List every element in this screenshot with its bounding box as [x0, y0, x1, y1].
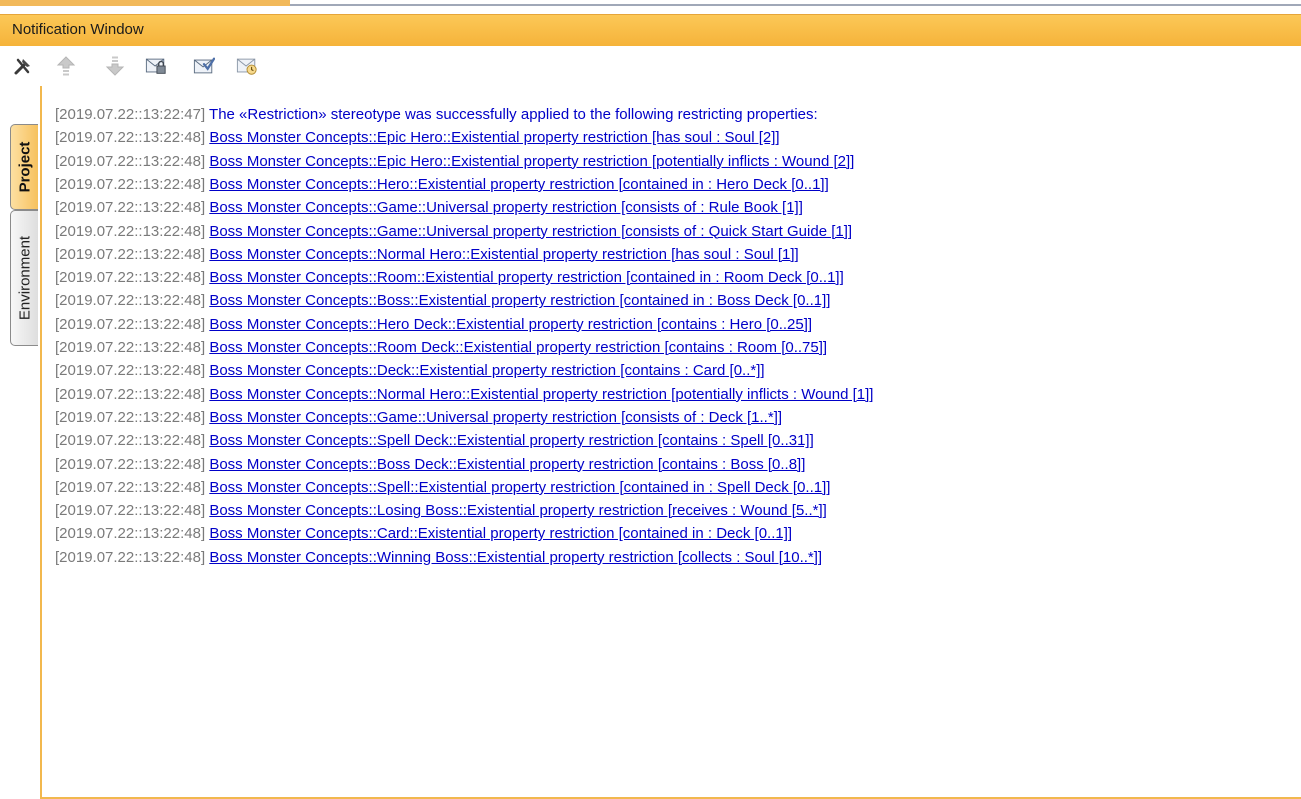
- message-link[interactable]: Boss Monster Concepts::Hero Deck::Existe…: [209, 316, 812, 333]
- message-link[interactable]: Boss Monster Concepts::Game::Universal p…: [209, 199, 803, 216]
- title-bar[interactable]: Notification Window: [0, 14, 1301, 46]
- message-row: [2019.07.22::13:22:48] Boss Monster Conc…: [55, 221, 852, 243]
- tab-project-label: Project: [16, 141, 33, 193]
- message-link[interactable]: Boss Monster Concepts::Epic Hero::Existe…: [209, 129, 779, 146]
- message-timestamp: [2019.07.22::13:22:48]: [55, 385, 206, 403]
- message-link[interactable]: Boss Monster Concepts::Epic Hero::Existe…: [209, 153, 854, 170]
- message-timestamp: [2019.07.22::13:22:48]: [55, 129, 206, 147]
- mail-clock-icon[interactable]: [236, 55, 258, 77]
- toolbar: [0, 46, 1301, 86]
- message-row: [2019.07.22::13:22:48] Boss Monster Conc…: [55, 523, 792, 545]
- window-title: Notification Window: [12, 21, 144, 38]
- message-link[interactable]: Boss Monster Concepts::Spell::Existentia…: [209, 479, 830, 496]
- message-row: [2019.07.22::13:22:48] Boss Monster Conc…: [55, 360, 765, 382]
- top-divider: [290, 4, 1301, 6]
- message-link[interactable]: Boss Monster Concepts::Deck::Existential…: [209, 362, 764, 379]
- message-row: [2019.07.22::13:22:48] Boss Monster Conc…: [55, 244, 799, 266]
- message-row: [2019.07.22::13:22:48] Boss Monster Conc…: [55, 500, 827, 522]
- message-row: [2019.07.22::13:22:48] Boss Monster Conc…: [55, 127, 780, 149]
- message-row: [2019.07.22::13:22:47] The «Restriction»…: [55, 104, 818, 126]
- message-link[interactable]: Boss Monster Concepts::Game::Universal p…: [209, 223, 852, 240]
- message-link[interactable]: Boss Monster Concepts::Winning Boss::Exi…: [209, 549, 822, 566]
- message-timestamp: [2019.07.22::13:22:48]: [55, 455, 206, 473]
- tab-environment-label: Environment: [16, 235, 33, 321]
- message-timestamp: [2019.07.22::13:22:48]: [55, 175, 206, 193]
- message-link[interactable]: Boss Monster Concepts::Losing Boss::Exis…: [209, 502, 827, 519]
- message-timestamp: [2019.07.22::13:22:48]: [55, 432, 206, 450]
- message-row: [2019.07.22::13:22:48] Boss Monster Conc…: [55, 454, 805, 476]
- message-row: [2019.07.22::13:22:48] Boss Monster Conc…: [55, 314, 812, 336]
- message-timestamp: [2019.07.22::13:22:48]: [55, 408, 206, 426]
- message-link[interactable]: Boss Monster Concepts::Hero::Existential…: [209, 176, 828, 193]
- message-timestamp: [2019.07.22::13:22:48]: [55, 269, 206, 287]
- message-link[interactable]: Boss Monster Concepts::Room Deck::Existe…: [209, 339, 827, 356]
- message-timestamp: [2019.07.22::13:22:48]: [55, 339, 206, 356]
- message-timestamp: [2019.07.22::13:22:48]: [55, 548, 206, 566]
- tab-project[interactable]: Project: [10, 124, 38, 210]
- message-text: The «Restriction» stereotype was success…: [209, 106, 818, 123]
- notification-content: Project Environment [2019.07.22::13:22:4…: [0, 86, 1301, 799]
- message-link[interactable]: Boss Monster Concepts::Boss Deck::Existe…: [209, 456, 805, 473]
- mail-check-icon[interactable]: [193, 55, 215, 77]
- message-link[interactable]: Boss Monster Concepts::Normal Hero::Exis…: [209, 386, 873, 403]
- message-timestamp: [2019.07.22::13:22:48]: [55, 502, 206, 520]
- message-timestamp: [2019.07.22::13:22:48]: [55, 478, 206, 496]
- top-strip: [0, 0, 1301, 14]
- message-timestamp: [2019.07.22::13:22:48]: [55, 292, 206, 310]
- message-row: [2019.07.22::13:22:48] Boss Monster Conc…: [55, 407, 782, 429]
- active-tab-accent: [0, 0, 290, 6]
- message-timestamp: [2019.07.22::13:22:48]: [55, 362, 206, 380]
- message-link[interactable]: Boss Monster Concepts::Card::Existential…: [209, 525, 792, 542]
- message-link[interactable]: Boss Monster Concepts::Normal Hero::Exis…: [209, 246, 798, 263]
- message-link[interactable]: Boss Monster Concepts::Room::Existential…: [209, 269, 843, 286]
- previous-up-arrow-icon[interactable]: [55, 55, 77, 77]
- message-row: [2019.07.22::13:22:48] Boss Monster Conc…: [55, 197, 803, 219]
- message-row: [2019.07.22::13:22:48] Boss Monster Conc…: [55, 290, 830, 312]
- message-link[interactable]: Boss Monster Concepts::Boss::Existential…: [209, 292, 830, 309]
- mail-locked-icon[interactable]: [145, 55, 167, 77]
- message-link[interactable]: Boss Monster Concepts::Spell Deck::Exist…: [209, 432, 813, 449]
- message-timestamp: [2019.07.22::13:22:48]: [55, 245, 206, 263]
- message-timestamp: [2019.07.22::13:22:48]: [55, 525, 206, 543]
- message-timestamp: [2019.07.22::13:22:48]: [55, 152, 206, 170]
- message-timestamp: [2019.07.22::13:22:48]: [55, 199, 206, 217]
- message-row: [2019.07.22::13:22:48] Boss Monster Conc…: [55, 384, 873, 406]
- tools-icon[interactable]: [12, 55, 34, 77]
- message-row: [2019.07.22::13:22:48] Boss Monster Conc…: [55, 547, 822, 569]
- tab-environment[interactable]: Environment: [10, 210, 38, 346]
- message-link[interactable]: Boss Monster Concepts::Game::Universal p…: [209, 409, 782, 426]
- message-timestamp: [2019.07.22::13:22:48]: [55, 222, 206, 240]
- next-down-arrow-icon[interactable]: [104, 55, 126, 77]
- message-row: [2019.07.22::13:22:48] Boss Monster Conc…: [55, 337, 827, 359]
- message-row: [2019.07.22::13:22:48] Boss Monster Conc…: [55, 174, 829, 196]
- message-row: [2019.07.22::13:22:48] Boss Monster Conc…: [55, 151, 854, 173]
- message-row: [2019.07.22::13:22:48] Boss Monster Conc…: [55, 477, 830, 499]
- message-timestamp: [2019.07.22::13:22:47]: [55, 106, 206, 123]
- message-row: [2019.07.22::13:22:48] Boss Monster Conc…: [55, 430, 814, 452]
- message-timestamp: [2019.07.22::13:22:48]: [55, 315, 206, 333]
- message-row: [2019.07.22::13:22:48] Boss Monster Conc…: [55, 267, 844, 289]
